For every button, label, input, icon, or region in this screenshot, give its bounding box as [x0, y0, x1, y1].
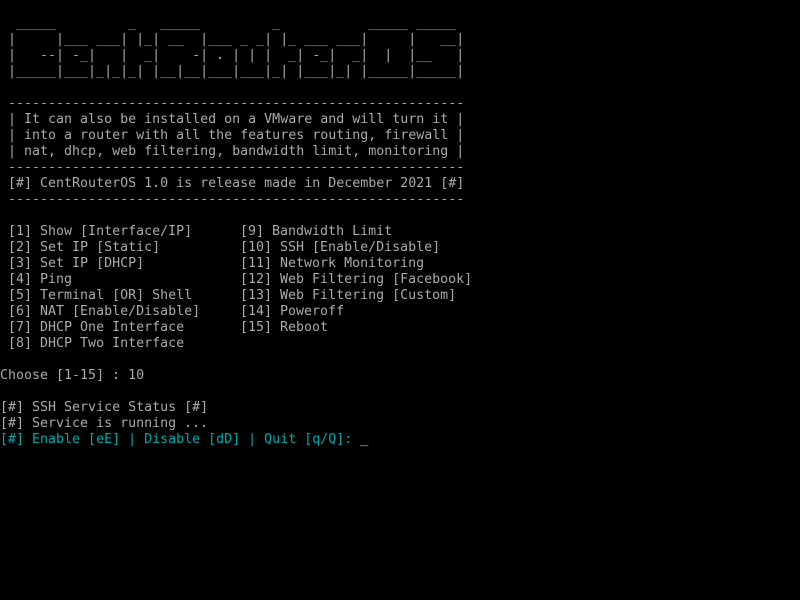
- menu-item-11: [11] Network Monitoring: [240, 256, 425, 271]
- menu-item-9: [9] Bandwidth Limit: [240, 224, 393, 239]
- menu-item-2: [2] Set IP [Static]: [0, 240, 161, 255]
- menu-item-3: [3] Set IP [DHCP]: [0, 256, 145, 271]
- release-line: [#] CentRouterOS 1.0 is release made in …: [0, 176, 465, 191]
- logo-line: | --| -_| | _| -| . | | | _| -_| _| | |_…: [0, 48, 465, 63]
- banner-rule: ----------------------------------------…: [0, 96, 465, 111]
- menu-item-12: [12] Web Filtering [Facebook]: [240, 272, 473, 287]
- menu-item-15: [15] Reboot: [240, 320, 329, 335]
- choose-line: Choose [1-15] : 10: [0, 368, 472, 384]
- logo-line: | |___ ___| |_| __ |___ _ _| |_ ___ ___|…: [0, 32, 465, 47]
- menu-item-6: [6] NAT [Enable/Disable]: [0, 304, 201, 319]
- menu-item-13: [13] Web Filtering [Custom]: [240, 288, 457, 303]
- status-message: [#] Service is running ...: [0, 416, 209, 431]
- banner-rule: ----------------------------------------…: [0, 192, 465, 207]
- menu-item-14: [14] Poweroff: [240, 304, 345, 319]
- menu-item-7: [7] DHCP One Interface: [0, 320, 185, 335]
- banner-rule: ----------------------------------------…: [0, 160, 465, 175]
- terminal-screen[interactable]: _____ _ _____ _ _____ _____ | |___ ___| …: [0, 16, 472, 448]
- status-title: [#] SSH Service Status [#]: [0, 400, 209, 415]
- menu-item-4: [4] Ping: [0, 272, 73, 287]
- banner-line: | It can also be installed on a VMware a…: [0, 112, 465, 127]
- ssh-action-prompt: [#] Enable [eE] | Disable [dD] | Quit [q…: [0, 432, 361, 447]
- logo-line: |_____|___|_|_|_| |__|__|___|___|_| |___…: [0, 64, 465, 79]
- menu-item-1: [1] Show [Interface/IP]: [0, 224, 193, 239]
- logo-line: _____ _ _____ _ _____ _____: [0, 16, 465, 31]
- menu-item-10: [10] SSH [Enable/Disable]: [240, 240, 441, 255]
- choose-value: 10: [128, 368, 145, 383]
- menu-item-5: [5] Terminal [OR] Shell: [0, 288, 193, 303]
- banner-line: | into a router with all the features ro…: [0, 128, 465, 143]
- choose-prompt: Choose [1-15] :: [0, 368, 129, 383]
- input-line[interactable]: [#] Enable [eE] | Disable [dD] | Quit [q…: [0, 432, 472, 448]
- text-cursor[interactable]: _: [360, 432, 368, 447]
- banner-line: | nat, dhcp, web filtering, bandwidth li…: [0, 144, 465, 159]
- menu-item-8: [8] DHCP Two Interface: [0, 336, 185, 351]
